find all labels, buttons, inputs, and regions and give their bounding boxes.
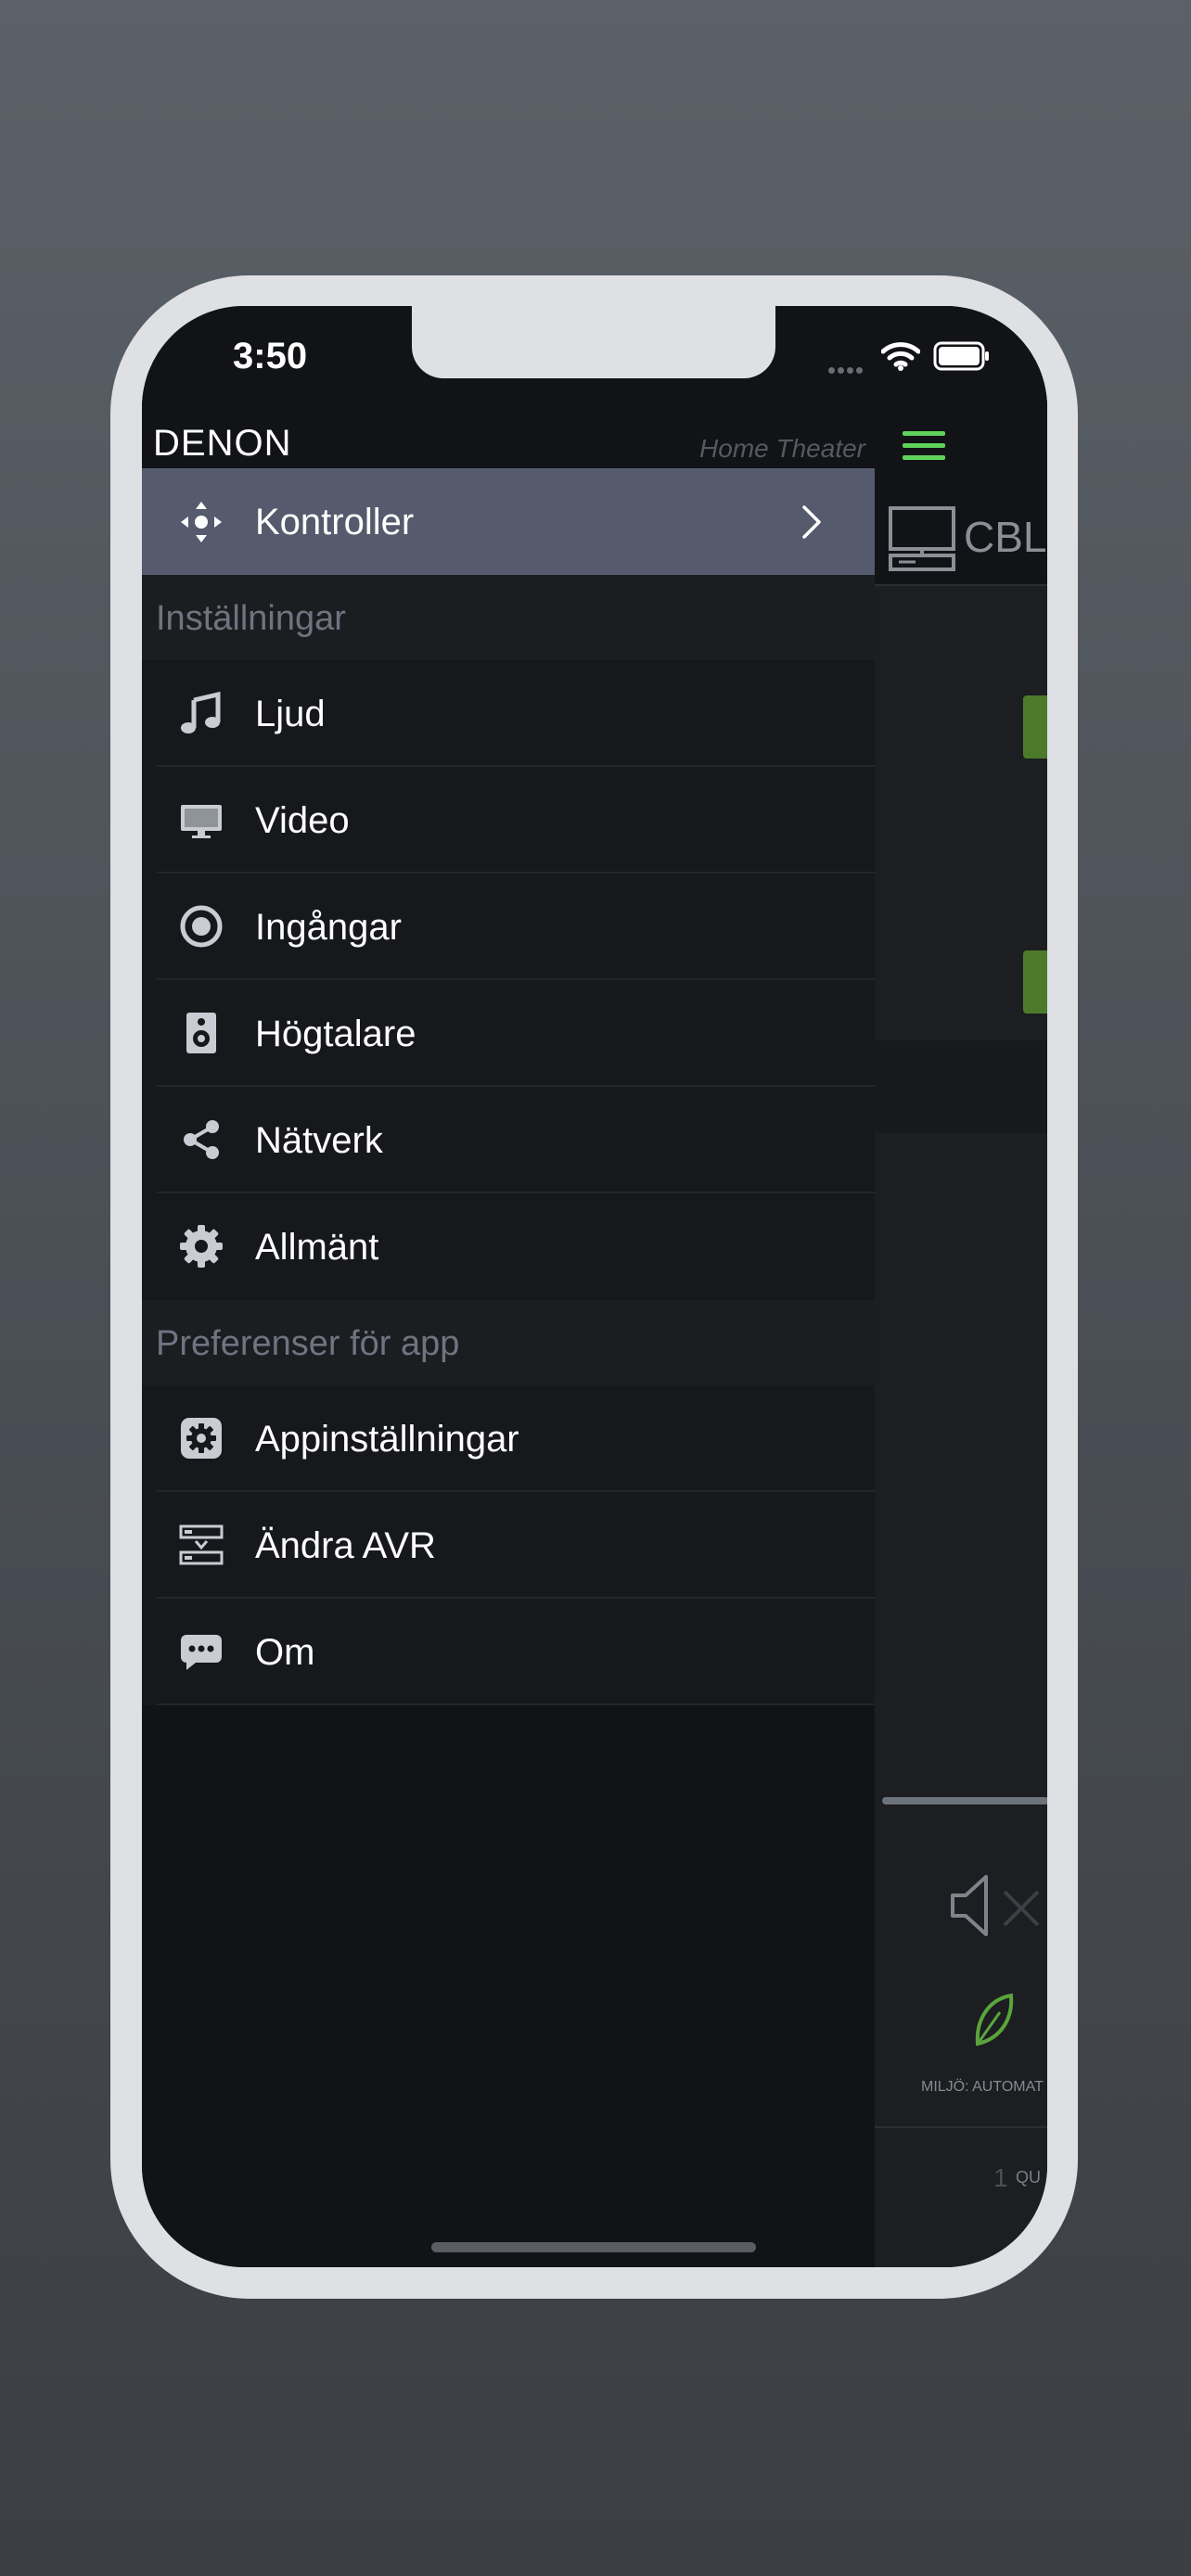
green-button[interactable] bbox=[1023, 695, 1047, 759]
menu-item-appinstallningar[interactable]: Appinställningar bbox=[142, 1385, 875, 1492]
chevron-right-icon bbox=[802, 505, 821, 539]
monitor-icon bbox=[181, 805, 222, 838]
eco-leaf-icon[interactable] bbox=[972, 1992, 1015, 2047]
menu-item-label: Ändra AVR bbox=[255, 1525, 436, 1566]
hamburger-menu-icon[interactable] bbox=[903, 431, 945, 461]
battery-icon bbox=[933, 341, 989, 371]
divider bbox=[875, 2126, 1047, 2128]
cellular-signal-icon bbox=[828, 362, 865, 378]
brand-logo: DENON bbox=[153, 423, 292, 464]
menu-item-allmant[interactable]: Allmänt bbox=[142, 1193, 875, 1300]
background-app[interactable]: CBL MILJÖ: AUTOMAT 1 QU bbox=[875, 306, 1047, 2267]
menu-item-label: Om bbox=[255, 1632, 315, 1673]
input-circle-icon bbox=[180, 905, 223, 948]
menu-item-label: Allmänt bbox=[255, 1227, 379, 1268]
quick-select-label[interactable]: QU bbox=[1016, 2168, 1041, 2187]
menu-item-label: Ingångar bbox=[255, 907, 402, 948]
menu-item-kontroller[interactable]: Kontroller bbox=[142, 468, 875, 575]
background-band bbox=[875, 1040, 1047, 1133]
menu-item-om[interactable]: Om bbox=[142, 1599, 875, 1705]
menu-item-andra-avr[interactable]: Ändra AVR bbox=[142, 1492, 875, 1599]
menu-item-video[interactable]: Video bbox=[142, 767, 875, 874]
switch-avr-icon bbox=[179, 1524, 224, 1565]
quick-select-number[interactable]: 1 bbox=[993, 2163, 1008, 2193]
section-title: Inställningar bbox=[156, 599, 346, 638]
menu-item-label: Video bbox=[255, 800, 350, 841]
chat-bubble-icon bbox=[181, 1635, 222, 1670]
mute-speaker-icon[interactable] bbox=[949, 1873, 1047, 1938]
share-icon bbox=[184, 1120, 219, 1159]
section-header-preferenser: Preferenser för app bbox=[142, 1300, 875, 1385]
speaker-icon bbox=[186, 1013, 216, 1053]
section-header-installningar: Inställningar bbox=[142, 575, 875, 660]
menu-item-ingangar[interactable]: Ingångar bbox=[142, 874, 875, 980]
gear-icon bbox=[180, 1225, 223, 1268]
music-note-icon bbox=[181, 691, 221, 733]
menu-item-label: Ljud bbox=[255, 694, 326, 734]
source-tv-icon bbox=[889, 506, 955, 571]
menu-item-ljud[interactable]: Ljud bbox=[142, 660, 875, 767]
menu-item-natverk[interactable]: Nätverk bbox=[142, 1087, 875, 1193]
menu-item-label: Kontroller bbox=[255, 502, 415, 542]
status-time: 3:50 bbox=[233, 336, 308, 376]
source-label[interactable]: CBL bbox=[964, 512, 1046, 562]
menu-item-label: Högtalare bbox=[255, 1014, 416, 1054]
move-arrows-icon bbox=[181, 502, 222, 542]
screen: CBL MILJÖ: AUTOMAT 1 QU 3:50 DENON Home … bbox=[142, 306, 1047, 2267]
menu-item-label: Nätverk bbox=[255, 1120, 383, 1161]
green-button[interactable] bbox=[1023, 950, 1047, 1014]
volume-slider[interactable] bbox=[882, 1797, 1047, 1804]
device-notch bbox=[412, 306, 775, 378]
section-title: Preferenser för app bbox=[156, 1324, 460, 1363]
home-indicator[interactable] bbox=[431, 2242, 756, 2252]
wifi-icon bbox=[881, 342, 920, 371]
menu-item-hogtalare[interactable]: Högtalare bbox=[142, 980, 875, 1087]
side-menu: 3:50 DENON Home Theater Kontroller Instä… bbox=[142, 306, 875, 2267]
device-name: Home Theater bbox=[699, 434, 865, 463]
menu-item-label: Appinställningar bbox=[255, 1419, 519, 1460]
app-settings-icon bbox=[181, 1418, 222, 1459]
divider bbox=[875, 584, 1047, 586]
eco-mode-label: MILJÖ: AUTOMAT bbox=[921, 2079, 1044, 2095]
